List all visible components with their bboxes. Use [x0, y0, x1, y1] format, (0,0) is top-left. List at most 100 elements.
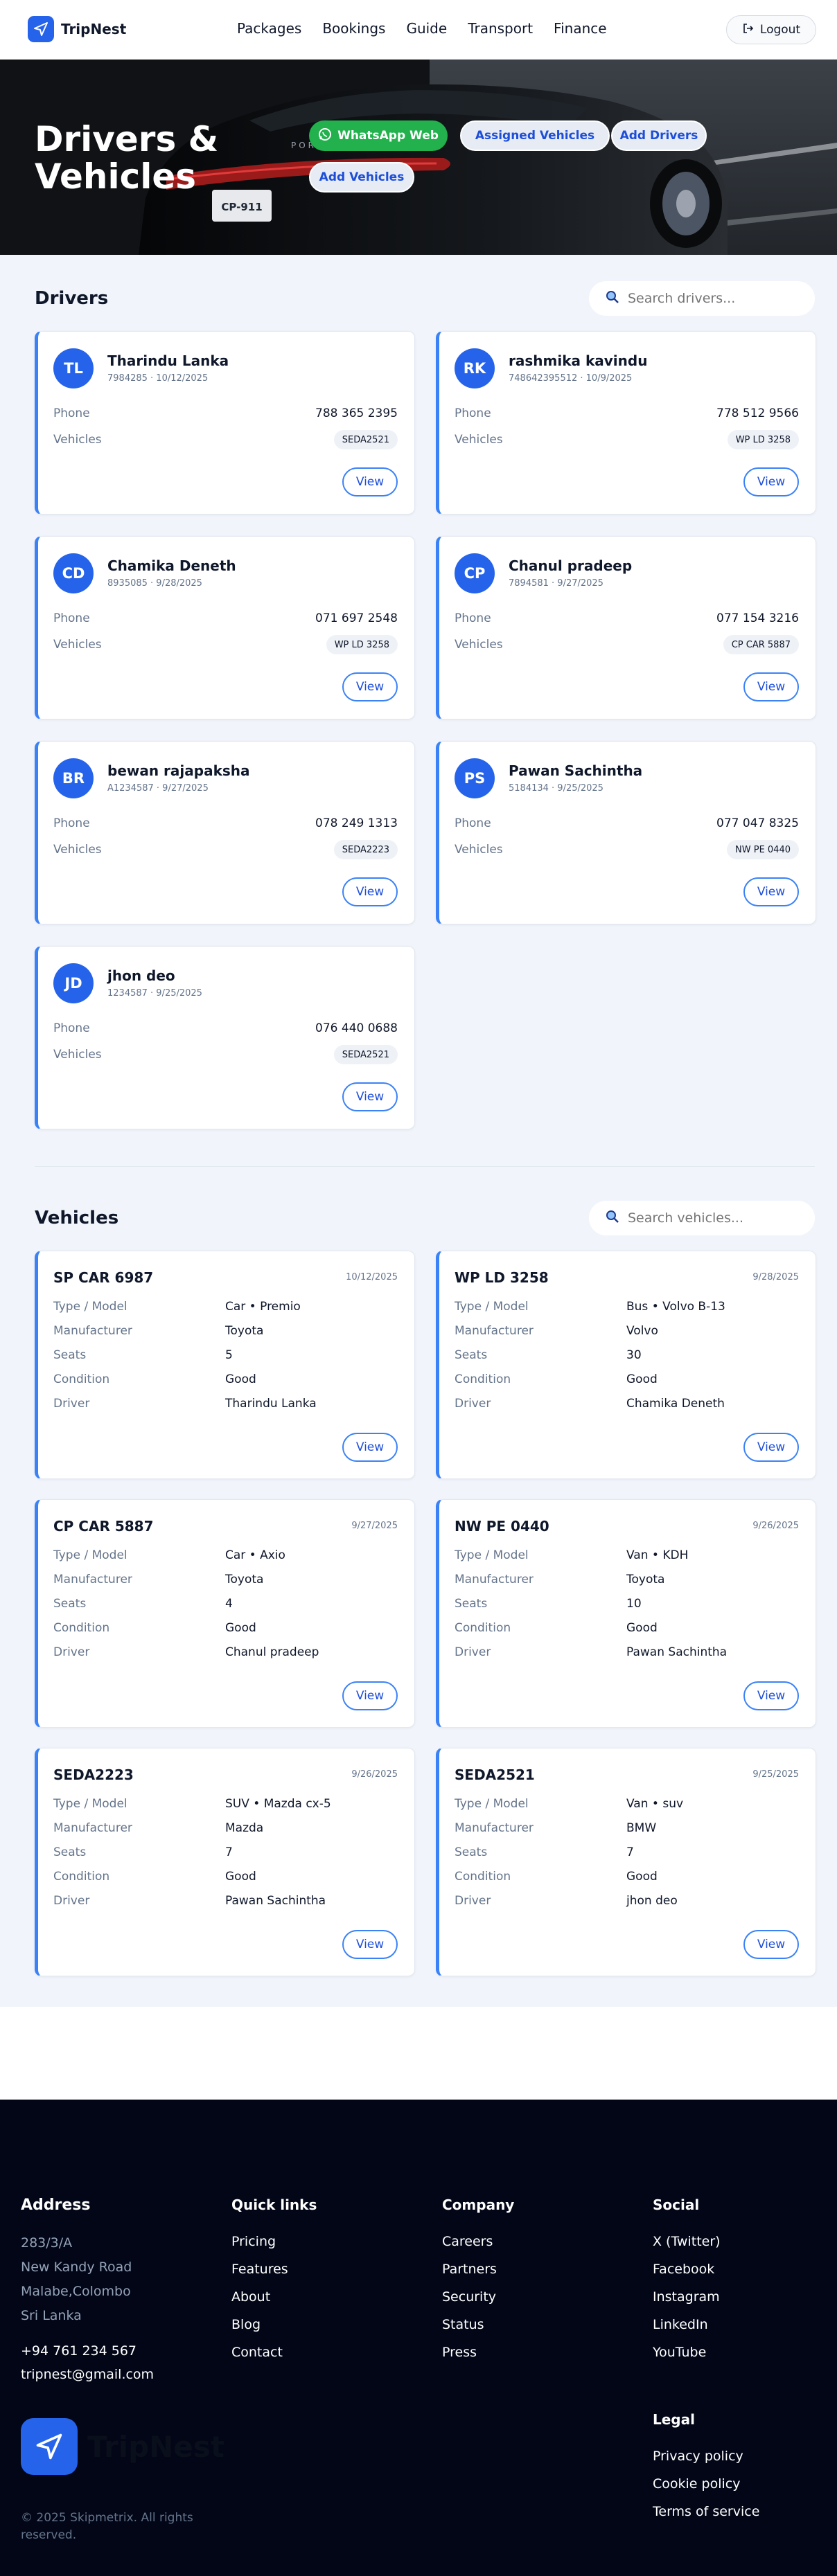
- nav-finance[interactable]: Finance: [554, 20, 607, 37]
- view-button[interactable]: View: [342, 467, 398, 497]
- condition-value: Good: [626, 1372, 658, 1386]
- footer-link-privacy[interactable]: Privacy policy: [653, 2449, 743, 2464]
- view-button[interactable]: View: [342, 1930, 398, 1959]
- nav-bookings[interactable]: Bookings: [322, 20, 385, 37]
- view-button[interactable]: View: [342, 1681, 398, 1710]
- address-line: 283/3/A: [21, 2235, 73, 2251]
- search-icon: [606, 1210, 619, 1226]
- seats-label: Seats: [455, 1845, 488, 1859]
- footer-link-careers[interactable]: Careers: [442, 2234, 493, 2249]
- view-button[interactable]: View: [342, 1082, 398, 1111]
- footer-link-blog[interactable]: Blog: [231, 2317, 261, 2332]
- driver-card: PS Pawan Sachintha 5184134 · 9/25/2025 P…: [436, 741, 816, 924]
- footer-link-facebook[interactable]: Facebook: [653, 2262, 714, 2277]
- condition-label: Condition: [53, 1870, 110, 1884]
- assigned-vehicles-button[interactable]: Assigned Vehicles: [460, 120, 610, 151]
- avatar: JD: [53, 963, 94, 1003]
- footer-link-instagram[interactable]: Instagram: [653, 2289, 720, 2305]
- vehicle-card: SEDA2521 9/25/2025 Type / Model Van • su…: [436, 1748, 816, 1976]
- condition-value: Good: [626, 1621, 658, 1635]
- driver-label: Driver: [455, 1645, 491, 1659]
- view-button[interactable]: View: [342, 877, 398, 906]
- view-button[interactable]: View: [743, 1433, 799, 1462]
- seats-value: 7: [225, 1845, 233, 1859]
- footer-link-youtube[interactable]: YouTube: [653, 2345, 706, 2360]
- view-button[interactable]: View: [342, 672, 398, 701]
- footer-link-press[interactable]: Press: [442, 2345, 477, 2360]
- add-drivers-button[interactable]: Add Drivers: [611, 120, 707, 151]
- footer-link-security[interactable]: Security: [442, 2289, 496, 2305]
- view-button[interactable]: View: [342, 1433, 398, 1462]
- driver-id-date: 7984285 · 10/12/2025: [107, 373, 209, 384]
- vehicle-card: WP LD 3258 9/28/2025 Type / Model Bus • …: [436, 1251, 816, 1479]
- footer-link-twitter[interactable]: X (Twitter): [653, 2234, 721, 2249]
- vehicle-date: 9/26/2025: [752, 1521, 799, 1531]
- driver-card: TL Tharindu Lanka 7984285 · 10/12/2025 P…: [35, 331, 415, 515]
- condition-value: Good: [225, 1621, 256, 1635]
- driver-search-input[interactable]: [628, 291, 801, 306]
- nav-transport[interactable]: Transport: [468, 20, 533, 37]
- view-button[interactable]: View: [743, 1930, 799, 1959]
- phone-value: 077 154 3216: [716, 611, 799, 625]
- vehicles-label: Vehicles: [53, 433, 102, 447]
- vehicle-search[interactable]: [589, 1201, 815, 1235]
- type-label: Type / Model: [455, 1300, 529, 1314]
- address-line: Sri Lanka: [21, 2308, 82, 2323]
- driver-value: Chanul pradeep: [225, 1645, 319, 1659]
- footer-email[interactable]: tripnest@gmail.com: [21, 2367, 154, 2382]
- address-heading: Address: [21, 2197, 91, 2214]
- driver-card: CP Chanul pradeep 7894581 · 9/27/2025 Ph…: [436, 536, 816, 719]
- type-label: Type / Model: [53, 1797, 127, 1811]
- view-button[interactable]: View: [743, 467, 799, 497]
- vehicles-label: Vehicles: [53, 638, 102, 652]
- vehicle-card: SP CAR 6987 10/12/2025 Type / Model Car …: [35, 1251, 415, 1479]
- view-button[interactable]: View: [743, 877, 799, 906]
- avatar: BR: [53, 758, 94, 798]
- address-line: New Kandy Road: [21, 2260, 132, 2275]
- vehicle-search-input[interactable]: [628, 1210, 801, 1226]
- vehicle-badge: NW PE 0440: [727, 840, 799, 859]
- driver-id-date: 7894581 · 9/27/2025: [509, 578, 603, 589]
- type-label: Type / Model: [455, 1548, 529, 1562]
- nav-packages[interactable]: Packages: [237, 20, 301, 37]
- type-value: Van • suv: [626, 1797, 684, 1811]
- vehicles-label: Vehicles: [455, 843, 503, 857]
- vehicles-label: Vehicles: [455, 638, 503, 652]
- footer-link-features[interactable]: Features: [231, 2262, 288, 2277]
- drivers-heading: Drivers: [35, 288, 109, 309]
- add-vehicles-button[interactable]: Add Vehicles: [309, 162, 414, 193]
- manufacturer-value: Mazda: [225, 1821, 264, 1835]
- footer-brand[interactable]: TripNest: [21, 2418, 224, 2475]
- vehicles-label: Vehicles: [53, 1048, 102, 1062]
- footer-link-contact[interactable]: Contact: [231, 2345, 283, 2360]
- seats-value: 5: [225, 1348, 233, 1362]
- footer-link-pricing[interactable]: Pricing: [231, 2234, 276, 2249]
- brand[interactable]: TripNest: [28, 16, 126, 42]
- driver-name: Chamika Deneth: [107, 557, 236, 574]
- footer-link-partners[interactable]: Partners: [442, 2262, 497, 2277]
- condition-value: Good: [225, 1372, 256, 1386]
- logout-button[interactable]: Logout: [726, 15, 816, 44]
- company-heading: Company: [442, 2197, 515, 2213]
- footer-brand-name: TripNest: [87, 2429, 224, 2464]
- nav-guide[interactable]: Guide: [406, 20, 447, 37]
- footer-link-linkedin[interactable]: LinkedIn: [653, 2317, 708, 2332]
- footer-link-about[interactable]: About: [231, 2289, 270, 2305]
- view-button[interactable]: View: [743, 1681, 799, 1710]
- phone-value: 077 047 8325: [716, 816, 799, 830]
- footer-phone[interactable]: +94 761 234 567: [21, 2343, 136, 2359]
- footer-link-cookie[interactable]: Cookie policy: [653, 2476, 740, 2492]
- phone-label: Phone: [455, 816, 491, 830]
- legal-heading: Legal: [653, 2411, 695, 2428]
- vehicle-card: NW PE 0440 9/26/2025 Type / Model Van • …: [436, 1499, 816, 1728]
- logout-icon: [742, 22, 755, 38]
- whatsapp-web-button[interactable]: WhatsApp Web: [309, 120, 448, 151]
- driver-search[interactable]: [589, 281, 815, 316]
- social-heading: Social: [653, 2197, 700, 2213]
- footer-link-terms[interactable]: Terms of service: [653, 2504, 759, 2519]
- driver-card: JD jhon deo 1234587 · 9/25/2025 Phone 07…: [35, 946, 415, 1129]
- type-value: Van • KDH: [626, 1548, 689, 1562]
- vehicle-badge: WP LD 3258: [727, 430, 799, 449]
- view-button[interactable]: View: [743, 672, 799, 701]
- footer-link-status[interactable]: Status: [442, 2317, 484, 2332]
